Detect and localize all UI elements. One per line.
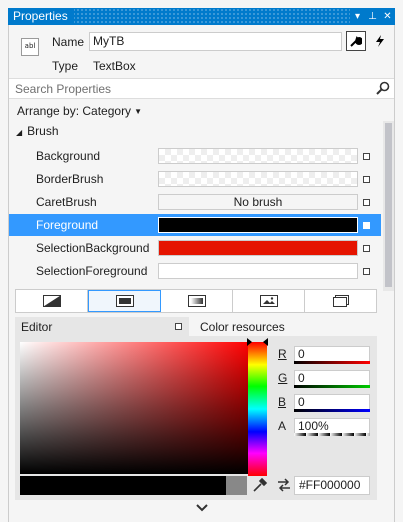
resource-brush-tab[interactable]	[305, 290, 376, 312]
property-row-borderbrush[interactable]: BorderBrush	[9, 168, 381, 190]
advanced-options-marker[interactable]	[363, 245, 370, 252]
editor-title: Editor	[21, 320, 53, 334]
brush-swatch[interactable]	[158, 240, 358, 256]
eyedropper-icon[interactable]	[252, 477, 268, 493]
wrench-icon	[350, 36, 363, 47]
brush-swatch[interactable]	[158, 217, 358, 233]
property-list: ◢ Brush Background BorderBrush CaretBrush…	[9, 121, 381, 289]
hue-slider[interactable]	[247, 338, 268, 476]
hue-slider-handle[interactable]	[247, 338, 252, 346]
property-row-caretbrush[interactable]: CaretBrush No brush	[9, 191, 381, 213]
brush-swatch[interactable]	[158, 171, 358, 187]
current-color-preview	[20, 476, 226, 495]
property-label: SelectionForeground	[36, 264, 148, 278]
property-label: Foreground	[36, 218, 99, 232]
type-value: TextBox	[93, 59, 136, 73]
events-button[interactable]	[370, 31, 390, 51]
property-label: CaretBrush	[36, 195, 97, 209]
brush-swatch[interactable]	[158, 263, 358, 279]
channel-a: A 100%	[278, 418, 373, 438]
color-resources-tab[interactable]: Color resources	[200, 320, 285, 334]
brush-type-tabs	[15, 289, 377, 313]
green-value-input[interactable]: 0	[294, 370, 370, 386]
search-icon[interactable]	[376, 81, 390, 95]
editor-pin-marker[interactable]	[175, 323, 182, 330]
collapse-triangle-icon: ◢	[16, 128, 23, 137]
advanced-options-marker[interactable]	[363, 153, 370, 160]
channel-g: G 0	[278, 370, 373, 390]
search-properties-input[interactable]: Search Properties	[9, 78, 394, 99]
channel-r: R 0	[278, 346, 373, 366]
properties-wrench-button[interactable]	[346, 31, 366, 51]
name-label: Name	[52, 35, 85, 49]
dropdown-icon[interactable]: ▾	[350, 8, 365, 25]
swap-format-icon[interactable]	[276, 477, 292, 493]
expand-editor-button[interactable]	[9, 502, 394, 520]
red-slider[interactable]	[294, 361, 370, 364]
green-slider[interactable]	[294, 385, 370, 388]
hex-value-input[interactable]: #FF000000	[294, 476, 370, 495]
lightning-icon	[376, 35, 384, 47]
gradient-brush-tab[interactable]	[161, 290, 233, 312]
blue-value-input[interactable]: 0	[294, 394, 370, 410]
arrange-by-dropdown[interactable]: Arrange by: Category ▼	[17, 104, 142, 118]
null-brush-tab[interactable]	[16, 290, 88, 312]
scrollbar-thumb[interactable]	[385, 123, 392, 287]
properties-panel: abl Name MyTB Type TextBox Search Proper…	[8, 25, 395, 522]
hue-slider-handle[interactable]	[263, 338, 268, 346]
solid-brush-icon	[115, 295, 134, 307]
textbox-icon: abl	[21, 38, 39, 56]
property-label: SelectionBackground	[36, 241, 150, 255]
channel-label: A	[278, 419, 287, 433]
resource-brush-icon	[332, 295, 349, 307]
image-brush-icon	[259, 295, 278, 307]
chevron-down-icon: ▼	[134, 107, 142, 116]
close-icon[interactable]: ✕	[380, 8, 395, 25]
alpha-slider[interactable]	[294, 433, 370, 436]
type-label: Type	[52, 59, 79, 73]
null-brush-icon	[42, 295, 61, 307]
gradient-brush-icon	[187, 295, 206, 307]
category-brush[interactable]: ◢ Brush	[16, 124, 59, 138]
channel-label: G	[278, 371, 288, 385]
title-bar: Properties ▾ ⊥ ✕	[8, 8, 395, 25]
pin-icon[interactable]: ⊥	[365, 8, 380, 25]
property-row-selectionbackground[interactable]: SelectionBackground	[9, 237, 381, 259]
saturation-value-picker[interactable]	[20, 342, 249, 474]
arrange-label: Arrange by: Category	[17, 104, 132, 118]
channel-b: B 0	[278, 394, 373, 414]
alpha-value-input[interactable]: 100%	[294, 418, 370, 434]
advanced-options-marker[interactable]	[363, 268, 370, 275]
channel-label: B	[278, 395, 287, 409]
channel-label: R	[278, 347, 287, 361]
advanced-options-marker[interactable]	[363, 176, 370, 183]
window-title: Properties	[8, 8, 74, 25]
property-row-foreground[interactable]: Foreground	[9, 214, 381, 236]
solid-brush-tab[interactable]	[88, 290, 161, 312]
advanced-options-marker[interactable]	[363, 199, 370, 206]
advanced-options-marker[interactable]	[363, 222, 370, 229]
property-label: BorderBrush	[36, 172, 104, 186]
red-value-input[interactable]: 0	[294, 346, 370, 362]
scrollbar[interactable]	[383, 121, 394, 291]
initial-color-preview[interactable]	[226, 476, 247, 495]
blue-slider[interactable]	[294, 409, 370, 412]
property-row-background[interactable]: Background	[9, 145, 381, 167]
name-field[interactable]: MyTB	[89, 32, 342, 51]
property-row-selectionforeground[interactable]: SelectionForeground	[9, 260, 381, 282]
chevron-down-icon	[195, 504, 208, 512]
brush-swatch[interactable]: No brush	[158, 194, 358, 210]
property-label: Background	[36, 149, 101, 163]
brush-swatch[interactable]	[158, 148, 358, 164]
editor-tab[interactable]: Editor	[15, 317, 189, 336]
category-label: Brush	[27, 124, 59, 138]
image-brush-tab[interactable]	[233, 290, 305, 312]
search-placeholder: Search Properties	[15, 82, 112, 96]
